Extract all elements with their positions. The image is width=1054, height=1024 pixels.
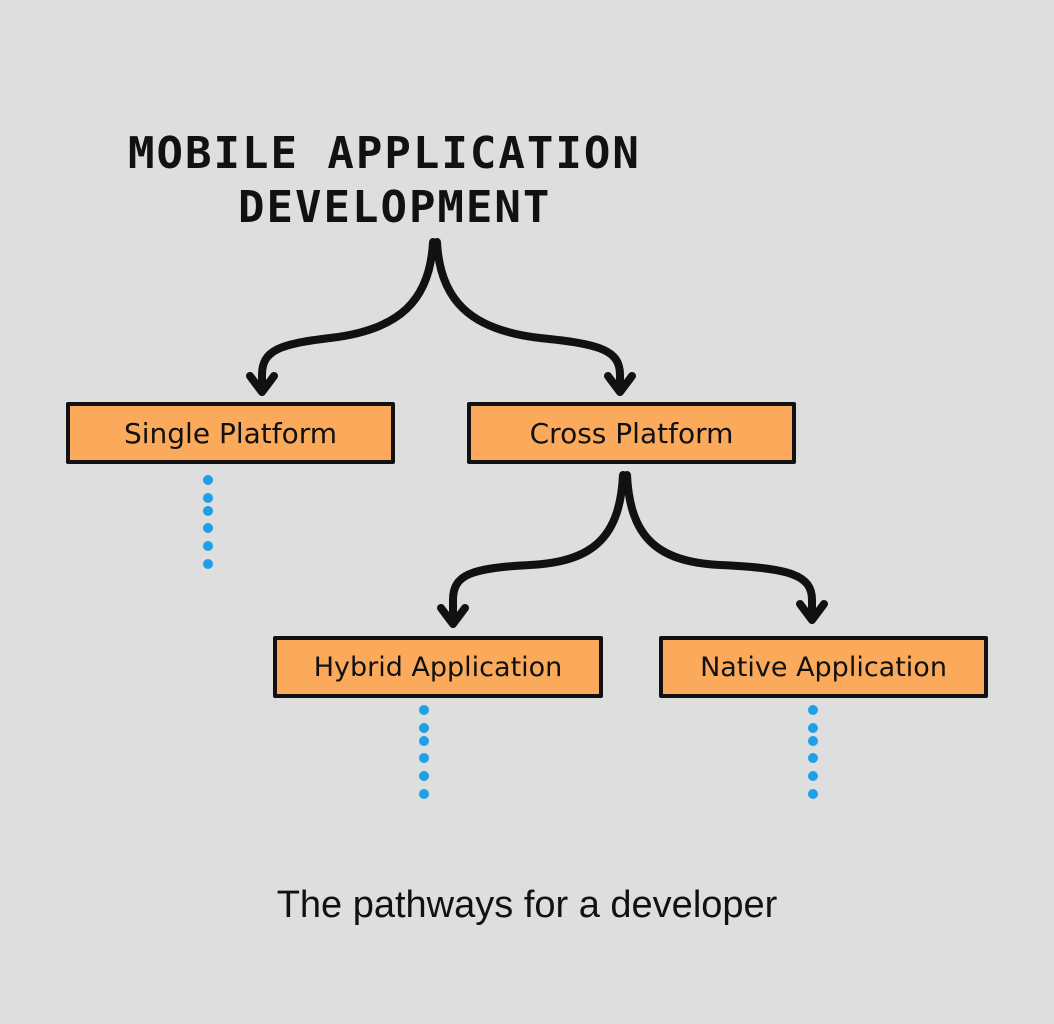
diagram-title-line-1: MOBILE APPLICATION: [128, 128, 641, 179]
continuation-dot: [419, 753, 429, 763]
continuation-dot: [203, 541, 213, 551]
node-native-application: Native Application: [659, 636, 988, 698]
continuation-dot: [419, 736, 429, 746]
node-single-platform: Single Platform: [66, 402, 395, 464]
continuation-dot: [808, 789, 818, 799]
continuation-dot: [419, 789, 429, 799]
continuation-dot: [419, 723, 429, 733]
continuation-dot: [808, 723, 818, 733]
branch-to-hybrid-application: [449, 471, 627, 624]
continuation-dots-hybrid-application: [419, 705, 429, 799]
continuation-dot: [203, 559, 213, 569]
continuation-dot: [419, 771, 429, 781]
continuation-dot: [203, 493, 213, 503]
continuation-dots-single-platform: [203, 475, 213, 569]
diagram-title-line-2: DEVELOPMENT: [238, 182, 552, 233]
fork-arrow-title: [246, 238, 636, 396]
continuation-dot: [808, 771, 818, 781]
continuation-dot: [808, 736, 818, 746]
continuation-dot: [808, 753, 818, 763]
continuation-dot: [203, 506, 213, 516]
continuation-dot: [203, 523, 213, 533]
branch-to-cross-platform: [433, 238, 624, 392]
branch-to-native-application: [623, 471, 816, 620]
continuation-dot: [808, 705, 818, 715]
fork-arrow-cross-platform: [437, 471, 828, 628]
continuation-dot: [203, 475, 213, 485]
node-cross-platform: Cross Platform: [467, 402, 796, 464]
branch-to-single-platform: [258, 238, 437, 392]
diagram-caption: The pathways for a developer: [276, 884, 778, 926]
continuation-dots-native-application: [808, 705, 818, 799]
node-hybrid-application: Hybrid Application: [273, 636, 603, 698]
continuation-dot: [419, 705, 429, 715]
